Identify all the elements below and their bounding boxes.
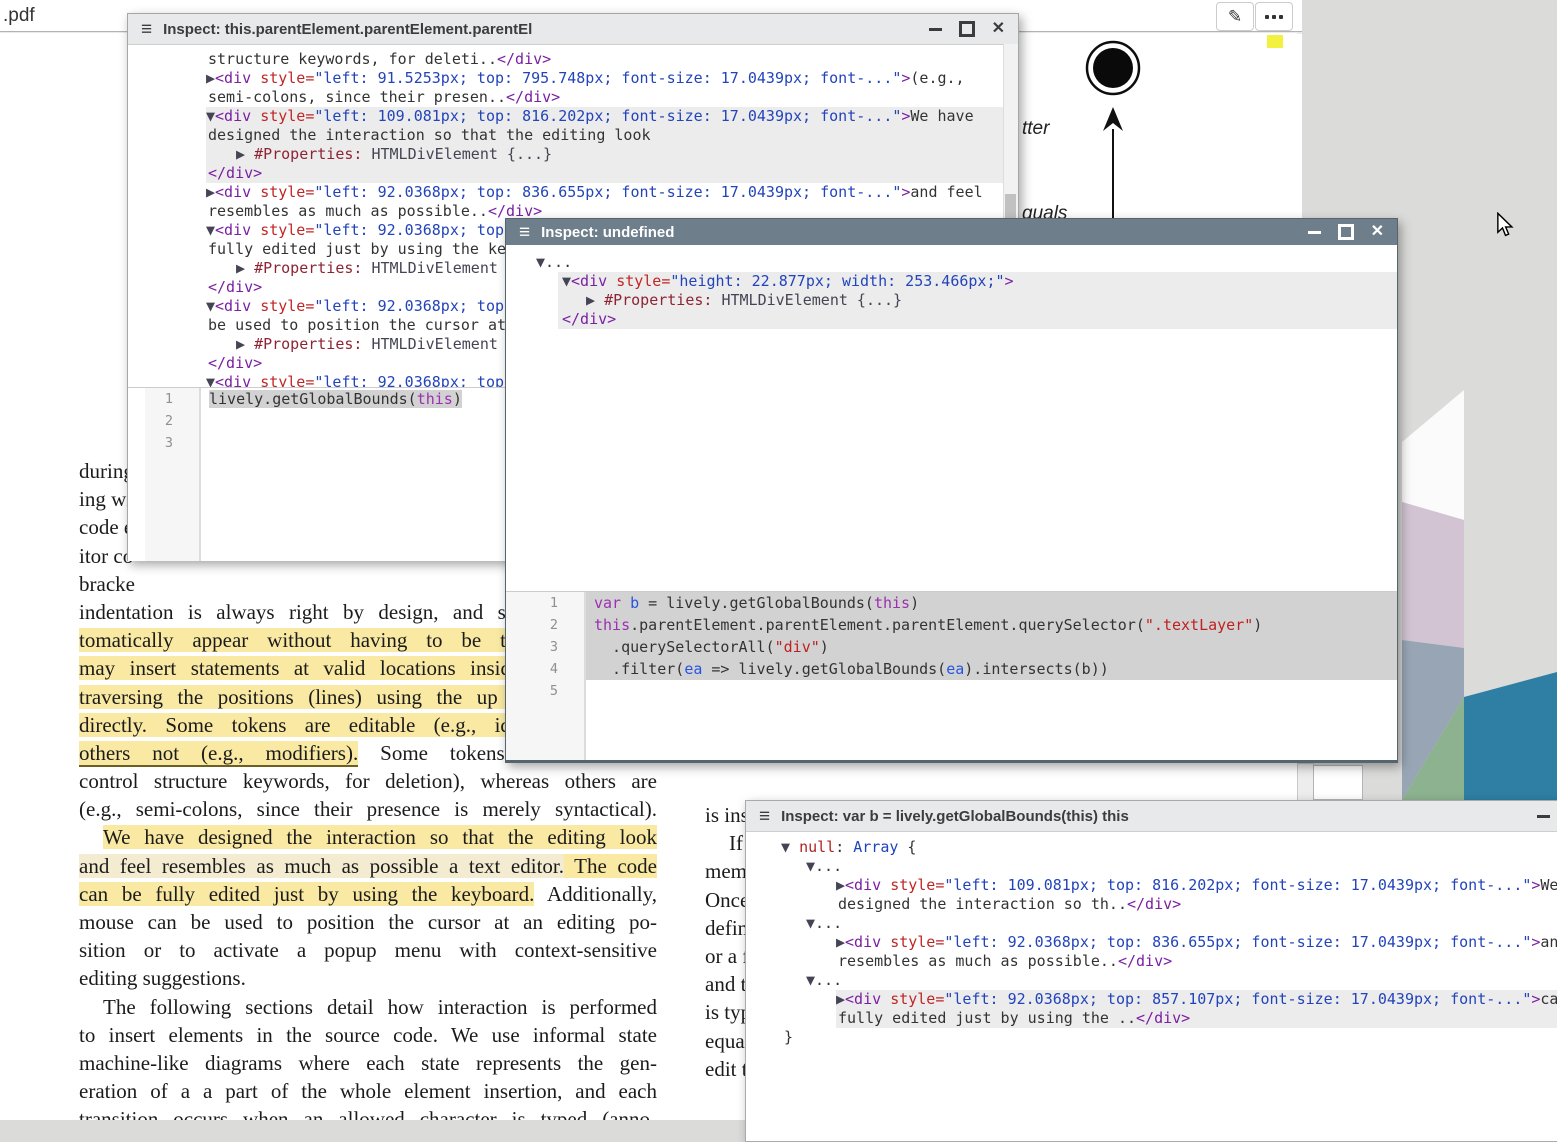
tree-row[interactable]: </div> [558,310,1397,329]
more-options-button[interactable] [1255,2,1293,31]
window-titlebar[interactable]: ≡ Inspect: var b = lively.getGlobalBound… [746,801,1557,832]
yellow-marker [1267,35,1283,48]
editor-line[interactable]: 2this.parentElement.parentElement.parent… [506,614,1397,636]
inspector-window-bounds-array: ≡ Inspect: var b = lively.getGlobalBound… [745,800,1557,1142]
tree-row[interactable]: resembles as much as possible..</div> [836,952,1557,971]
pdf-text-line: The following sections detail how intera… [79,993,657,1021]
scrollbar-thumb[interactable] [1313,765,1363,800]
diagram-label-tter: tter [1022,118,1049,140]
tree-scrollbar-thumb[interactable] [1005,194,1016,220]
pdf-text-line: can be fully edited just by using the ke… [79,880,657,908]
tree-row[interactable]: } [784,1028,1557,1047]
menu-icon[interactable]: ≡ [519,223,530,242]
edit-pencil-button[interactable]: ✎ [1216,2,1254,31]
pdf-filename: .pdf [3,5,35,27]
tree-row[interactable]: designed the interaction so that the edi… [206,126,1004,145]
line-number: 2 [506,614,586,636]
tree-row[interactable]: ▶<div style="left: 109.081px; top: 816.2… [836,876,1557,895]
line-number: 1 [128,388,201,410]
pencil-icon: ✎ [1228,7,1242,27]
pdf-text-line: (e.g., semi-colons, since their presence… [79,795,657,823]
line-number: 4 [506,658,586,680]
window-title: Inspect: var b = lively.getGlobalBounds(… [781,808,1129,825]
tree-row[interactable]: ▶<div style="left: 91.5253px; top: 795.7… [206,69,1004,88]
editor-line[interactable]: 3 .querySelectorAll("div") [506,636,1397,658]
pdf-text-line: and feel resembles as much as possible a… [79,852,657,880]
minimize-icon[interactable] [1537,815,1550,818]
pdf-text-line: transition occurs when an allowed charac… [79,1105,657,1120]
tree-row[interactable]: designed the interaction so th..</div> [836,895,1557,914]
menu-icon[interactable]: ≡ [759,807,770,826]
tree-row[interactable]: fully edited just by using the ..</div> [836,1009,1557,1028]
tree-row[interactable]: ▼... [806,971,1557,990]
dom-tree-pane[interactable]: ▼...▼<div style="height: 22.877px; width… [506,245,1397,591]
maximize-icon[interactable] [1338,224,1354,240]
tree-row[interactable]: ▼ null: Array { [781,838,1557,857]
pdf-text-line: control structure keywords, for deletion… [79,767,657,795]
diagram-end-state [1093,48,1133,88]
tree-row[interactable]: ▶<div style="left: 92.0368px; top: 836.6… [206,183,1004,202]
pdf-text-line: editing suggestions. [79,964,657,992]
line-number: 3 [506,636,586,658]
line-number: 5 [506,680,586,702]
editor-line[interactable]: 1var b = lively.getGlobalBounds(this) [506,592,1397,614]
window-titlebar[interactable]: ≡ Inspect: this.parentElement.parentElem… [128,14,1018,45]
tree-row[interactable]: ▶<div style="left: 92.0368px; top: 836.6… [836,933,1557,952]
tree-row[interactable]: </div> [206,164,1004,183]
tree-row[interactable]: ▼... [806,857,1557,876]
editor-line[interactable]: 4 .filter(ea => lively.getGlobalBounds(e… [506,658,1397,680]
tree-row[interactable]: semi-colons, since their presen..</div> [206,88,1004,107]
pdf-text-line: machine-like diagrams where each state r… [79,1049,657,1077]
window-title: Inspect: this.parentElement.parentElemen… [163,21,532,38]
line-number: 3 [128,432,201,454]
menu-icon[interactable]: ≡ [141,20,152,39]
pdf-text-line: eration of a a part of the whole element… [79,1077,657,1105]
mouse-cursor [1494,212,1516,238]
diagram-arrowhead [1103,107,1123,131]
editor-line[interactable]: 5 [506,680,1397,702]
code-editor[interactable]: 1var b = lively.getGlobalBounds(this)2th… [506,591,1397,760]
pdf-text-line: We have designed the interaction so that… [79,823,657,851]
window-titlebar[interactable]: ≡ Inspect: undefined ✕ [506,219,1397,245]
minimize-icon[interactable] [929,28,942,31]
tree-row[interactable]: ▼... [536,253,1397,272]
close-icon[interactable]: ✕ [992,21,1005,37]
tree-row[interactable]: ▶ #Properties: HTMLDivElement {...} [558,291,1397,310]
tree-row[interactable]: ▶ #Properties: HTMLDivElement {...} [206,145,1004,164]
pdf-text-line: mouse can be used to position the cursor… [79,908,657,936]
scrollbar-track[interactable] [1297,763,1314,802]
dom-tree-pane[interactable]: ▼ null: Array {▼...▶<div style="left: 10… [746,832,1557,1140]
pdf-text-line: sition or to activate a popup menu with … [79,936,657,964]
tree-row[interactable]: ▼<div style="left: 109.081px; top: 816.2… [206,107,1004,126]
tree-row[interactable]: ▼<div style="height: 22.877px; width: 25… [558,272,1397,291]
inspector-window-undefined: ≡ Inspect: undefined ✕ ▼...▼<div style="… [505,218,1398,763]
maximize-icon[interactable] [959,21,975,37]
window-title: Inspect: undefined [541,224,674,241]
pdf-text-line: to insert elements in the source code. W… [79,1021,657,1049]
close-icon[interactable]: ✕ [1371,224,1384,240]
ellipsis-icon [1265,15,1269,19]
minimize-icon[interactable] [1308,231,1321,234]
tree-row[interactable]: ▶<div style="left: 92.0368px; top: 857.1… [836,990,1557,1009]
line-number: 1 [506,592,586,614]
tree-row[interactable]: structure keywords, for deleti..</div> [206,50,1004,69]
line-number: 2 [128,410,201,432]
tree-row[interactable]: ▼... [806,914,1557,933]
wallpaper-mauve-facet [1402,502,1464,648]
